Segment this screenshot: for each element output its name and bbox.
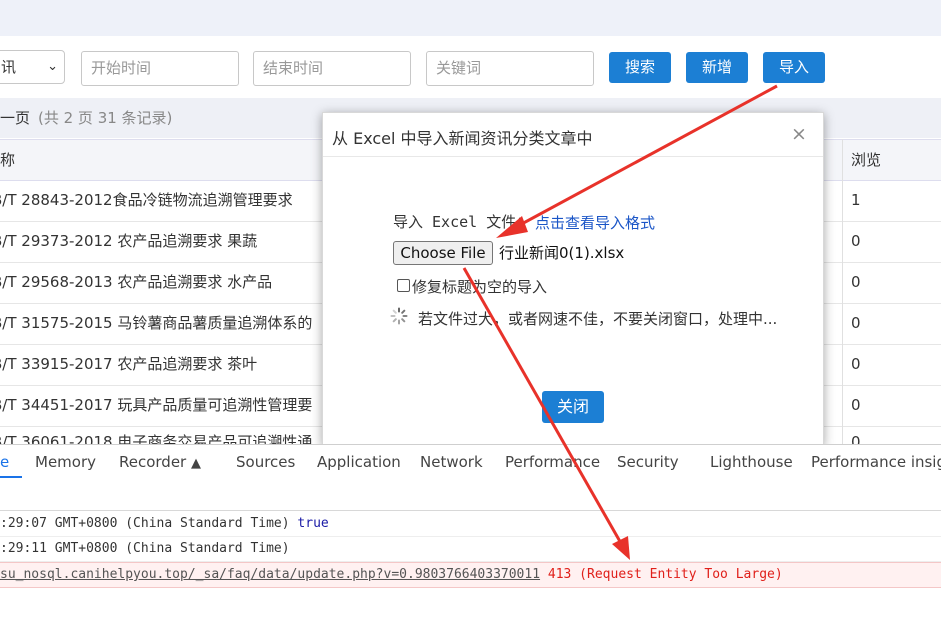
active-tab-underline: [0, 476, 22, 478]
devtools-tabbar: e Memory Recorder ▲ Sources Application …: [0, 444, 941, 481]
loading-spinner-icon: [390, 307, 408, 325]
error-status: 413 (Request Entity Too Large): [547, 567, 783, 582]
row-title: B/T 36061-2018 电子商务交易产品可追溯性通: [0, 433, 313, 445]
tab-sources[interactable]: Sources: [236, 445, 295, 479]
tab-performance-insights[interactable]: Performance insights: [811, 445, 941, 479]
row-title: B/T 33915-2017 农产品追溯要求 茶叶: [0, 355, 258, 373]
row-views: 1: [851, 191, 861, 209]
console-line: :29:11 GMT+0800 (China Standard Time): [0, 537, 941, 562]
row-title: B/T 31575-2015 马铃薯商品薯质量追溯体系的: [0, 314, 313, 332]
row-views: 0: [851, 396, 861, 414]
console-filter-bar[interactable]: [0, 480, 941, 511]
selected-file-name: 行业新闻0(1).xlsx: [499, 244, 625, 262]
keyword-input[interactable]: 关键词: [426, 51, 594, 86]
console-timestamp: :29:07 GMT+0800 (China Standard Time): [0, 516, 290, 531]
close-icon[interactable]: ×: [791, 123, 807, 145]
column-divider: [842, 139, 843, 444]
fix-empty-title-label[interactable]: 修复标题为空的导入: [412, 276, 547, 297]
row-views: 0: [851, 232, 861, 250]
tab-recorder[interactable]: Recorder ▲: [119, 445, 201, 481]
tab-security[interactable]: Security: [617, 445, 679, 479]
add-button[interactable]: 新增: [686, 52, 748, 83]
page-summary: (共 2 页 31 条记录): [38, 109, 173, 127]
console-value: true: [297, 516, 329, 531]
row-views: 0: [851, 433, 861, 445]
error-request-url[interactable]: su_nosql.canihelpyou.top/_sa/faq/data/up…: [0, 567, 540, 582]
dialog-title: 从 Excel 中导入新闻资讯分类文章中: [332, 129, 593, 148]
import-dialog: 从 Excel 中导入新闻资讯分类文章中 × 导入 Excel 文件： 点击查看…: [322, 112, 824, 446]
tab-application[interactable]: Application: [317, 445, 401, 479]
file-label: 导入 Excel 文件：: [393, 213, 532, 231]
category-select[interactable]: 讯 ⌄: [0, 50, 65, 84]
tab-lighthouse[interactable]: Lighthouse: [710, 445, 793, 479]
console-output: :29:07 GMT+0800 (China Standard Time) tr…: [0, 512, 941, 638]
console-line: :29:07 GMT+0800 (China Standard Time) tr…: [0, 512, 941, 537]
import-button[interactable]: 导入: [763, 52, 825, 83]
row-views: 0: [851, 314, 861, 332]
fix-empty-title-checkbox[interactable]: [397, 279, 410, 292]
close-button[interactable]: 关闭: [542, 391, 604, 423]
row-views: 0: [851, 355, 861, 373]
search-button[interactable]: 搜索: [609, 52, 671, 83]
import-format-link[interactable]: 点击查看导入格式: [535, 212, 655, 233]
end-time-input[interactable]: 结束时间: [253, 51, 411, 86]
choose-file-button[interactable]: Choose File: [393, 241, 493, 265]
console-timestamp: :29:11 GMT+0800 (China Standard Time): [0, 541, 290, 556]
flask-icon: ▲: [191, 456, 202, 471]
category-select-value: 讯: [1, 58, 17, 76]
start-time-input[interactable]: 开始时间: [81, 51, 239, 86]
tab-performance[interactable]: Performance: [505, 445, 600, 479]
tab-recorder-label: Recorder: [119, 453, 187, 471]
chevron-down-icon: ⌄: [47, 59, 58, 74]
tab-network[interactable]: Network: [420, 445, 483, 479]
console-error-line: su_nosql.canihelpyou.top/_sa/faq/data/up…: [0, 562, 941, 588]
processing-hint: 若文件过大，或者网速不佳，不要关闭窗口，处理中...: [418, 310, 778, 328]
row-title: B/T 34451-2017 玩具产品质量可追溯性管理要: [0, 396, 313, 414]
dialog-header: 从 Excel 中导入新闻资讯分类文章中 ×: [323, 113, 823, 157]
row-title: B/T 29373-2012 农产品追溯要求 果蔬: [0, 232, 258, 250]
top-band: [0, 0, 941, 36]
row-title: B/T 29568-2013 农产品追溯要求 水产品: [0, 273, 273, 291]
prev-page-link[interactable]: 一页: [0, 98, 30, 138]
tab-console[interactable]: e: [0, 445, 9, 479]
column-title-header: 称: [0, 151, 16, 169]
row-views: 0: [851, 273, 861, 291]
row-title: B/T 28843-2012食品冷链物流追溯管理要求: [0, 191, 293, 209]
column-views-header: 浏览: [851, 151, 882, 169]
tab-memory[interactable]: Memory: [35, 445, 96, 479]
